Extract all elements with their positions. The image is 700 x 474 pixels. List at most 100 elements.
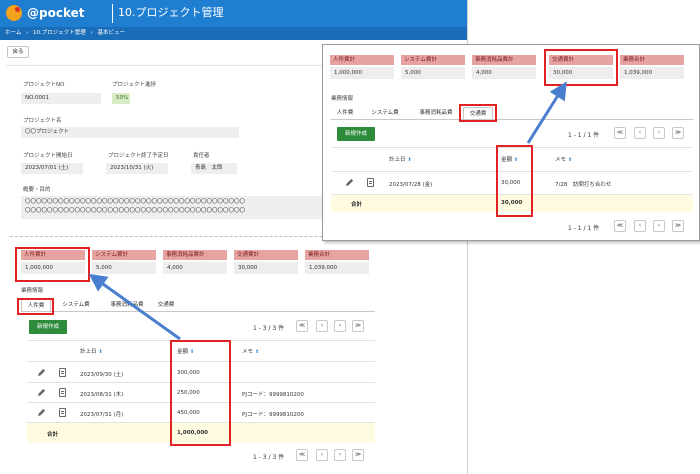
total-label: 事務消耗品費計 [163, 250, 227, 260]
header-label: メモ [555, 157, 567, 163]
row-date: 2023/09/30 (土) [80, 372, 124, 378]
page-title: 10.プロジェクト管理 [118, 6, 224, 19]
last-page-button[interactable]: ≫ [352, 449, 364, 461]
total-office-supplies: 事務消耗品費計 4,000 [472, 55, 536, 83]
next-page-button[interactable]: › [334, 449, 346, 461]
total-value: 1,039,000 [305, 262, 369, 274]
first-page-button[interactable]: ≪ [614, 127, 626, 139]
section-label: 業務情報 [331, 96, 354, 102]
last-page-button[interactable]: ≫ [352, 320, 364, 332]
highlight-amount-column [496, 145, 533, 217]
section-label: 業務情報 [21, 288, 44, 294]
total-system: システム費計 5,000 [92, 250, 156, 278]
highlight-amount-column [170, 340, 231, 446]
pager-count: 1 - 3 / 3 件 [253, 325, 285, 332]
sort-icon[interactable]: ⬍ [99, 349, 103, 355]
highlight-personnel-total [15, 247, 90, 282]
total-office-supplies: 事務消耗品費計 4,000 [163, 250, 227, 278]
sort-icon[interactable]: ⬍ [408, 157, 412, 163]
top-bar: @pocket 10.プロジェクト管理 [0, 0, 467, 27]
tab-system[interactable]: システム費 [365, 107, 405, 119]
column-header-date[interactable]: 計上日 ⬍ [80, 347, 103, 355]
back-button[interactable]: 戻る [7, 46, 29, 58]
highlight-personnel-tab [17, 298, 54, 315]
row-date: 2023/07/28 (金) [389, 182, 433, 188]
breadcrumb-separator: › [26, 30, 29, 36]
detail-document-icon[interactable] [59, 368, 66, 377]
last-page-button[interactable]: ≫ [672, 220, 684, 232]
pager-count-bottom: 1 - 3 / 3 件 [253, 454, 285, 461]
prev-page-button[interactable]: ‹ [316, 320, 328, 332]
edit-pencil-icon[interactable] [37, 388, 46, 397]
total-label: システム費計 [92, 250, 156, 260]
pager-count-bottom: 1 - 1 / 1 件 [568, 225, 600, 232]
project-name-value: 〇〇プロジェクト [21, 127, 239, 138]
detail-document-icon[interactable] [59, 388, 66, 397]
pager-count: 1 - 1 / 1 件 [568, 132, 600, 139]
project-summary-label: 概要・目的 [23, 187, 51, 193]
breadcrumb-separator: › [90, 30, 93, 36]
project-start-value: 2023/07/01 (土) [21, 163, 83, 174]
tab-system[interactable]: システム費 [56, 299, 96, 311]
breadcrumb-project[interactable]: 10.プロジェクト管理 [33, 30, 86, 36]
sort-icon[interactable]: ⬍ [255, 349, 259, 355]
total-label: 業務合計 [620, 55, 684, 65]
edit-pencil-icon[interactable] [345, 178, 354, 187]
tab-underline [21, 311, 375, 312]
highlight-transportation-total [544, 49, 618, 86]
prev-page-button[interactable]: ‹ [634, 220, 646, 232]
app-logo[interactable]: @pocket [6, 5, 106, 23]
next-page-button[interactable]: › [334, 320, 346, 332]
logo-dot-icon [15, 7, 20, 12]
edit-pencil-icon[interactable] [37, 368, 46, 377]
header-label: 計上日 [389, 157, 406, 163]
new-button[interactable]: 新規作成 [337, 127, 375, 141]
column-header-memo[interactable]: メモ ⬍ [242, 347, 259, 355]
column-header-memo[interactable]: メモ ⬍ [555, 155, 572, 163]
project-progress-value: 50% [112, 93, 130, 104]
total-business: 業務合計 1,039,000 [305, 250, 369, 278]
title-divider [112, 4, 113, 23]
first-page-button[interactable]: ≪ [614, 220, 626, 232]
project-progress-label: プロジェクト進捗 [112, 82, 157, 88]
highlight-transportation-tab [459, 104, 497, 122]
tab-transportation[interactable]: 交通費 [152, 299, 180, 311]
total-label: 人件費計 [330, 55, 394, 65]
project-end-value: 2023/10/31 (火) [106, 163, 168, 174]
project-start-label: プロジェクト開始日 [23, 153, 73, 159]
row-memo: PJコード：9999810200 [242, 392, 304, 398]
total-label: システム費計 [401, 55, 465, 65]
tab-office-supplies[interactable]: 事務消耗品費 [411, 107, 461, 119]
detail-document-icon[interactable] [367, 178, 374, 187]
total-value: 4,000 [472, 67, 536, 79]
first-page-button[interactable]: ≪ [296, 449, 308, 461]
project-owner-value: 青島 太郎 [191, 163, 237, 174]
detail-document-icon[interactable] [59, 408, 66, 417]
total-value: 4,000 [163, 262, 227, 274]
row-date: 2023/07/31 (月) [80, 412, 124, 418]
total-value: 1,000,000 [330, 67, 394, 79]
prev-page-button[interactable]: ‹ [316, 449, 328, 461]
total-row-label: 合計 [351, 202, 363, 208]
transportation-detail-panel: 人件費計 1,000,000 システム費計 5,000 事務消耗品費計 4,00… [322, 44, 700, 241]
total-personnel: 人件費計 1,000,000 [330, 55, 394, 83]
new-button[interactable]: 新規作成 [29, 320, 67, 334]
first-page-button[interactable]: ≪ [296, 320, 308, 332]
total-value: 30,000 [234, 262, 298, 274]
last-page-button[interactable]: ≫ [672, 127, 684, 139]
row-date: 2023/08/31 (木) [80, 392, 124, 398]
total-value: 1,039,000 [620, 67, 684, 79]
prev-page-button[interactable]: ‹ [634, 127, 646, 139]
edit-pencil-icon[interactable] [37, 408, 46, 417]
tab-personnel[interactable]: 人件費 [331, 107, 359, 119]
breadcrumb-home[interactable]: ホーム [5, 30, 21, 36]
logo-text: @pocket [27, 6, 85, 20]
next-page-button[interactable]: › [653, 127, 665, 139]
sort-icon[interactable]: ⬍ [568, 157, 572, 163]
breadcrumb: ホーム › 10.プロジェクト管理 › 基本ビュー [0, 27, 467, 40]
total-value: 5,000 [92, 262, 156, 274]
tab-office-supplies[interactable]: 事務消耗品費 [102, 299, 152, 311]
column-header-date[interactable]: 計上日 ⬍ [389, 155, 412, 163]
next-page-button[interactable]: › [653, 220, 665, 232]
project-owner-label: 責任者 [193, 153, 210, 159]
